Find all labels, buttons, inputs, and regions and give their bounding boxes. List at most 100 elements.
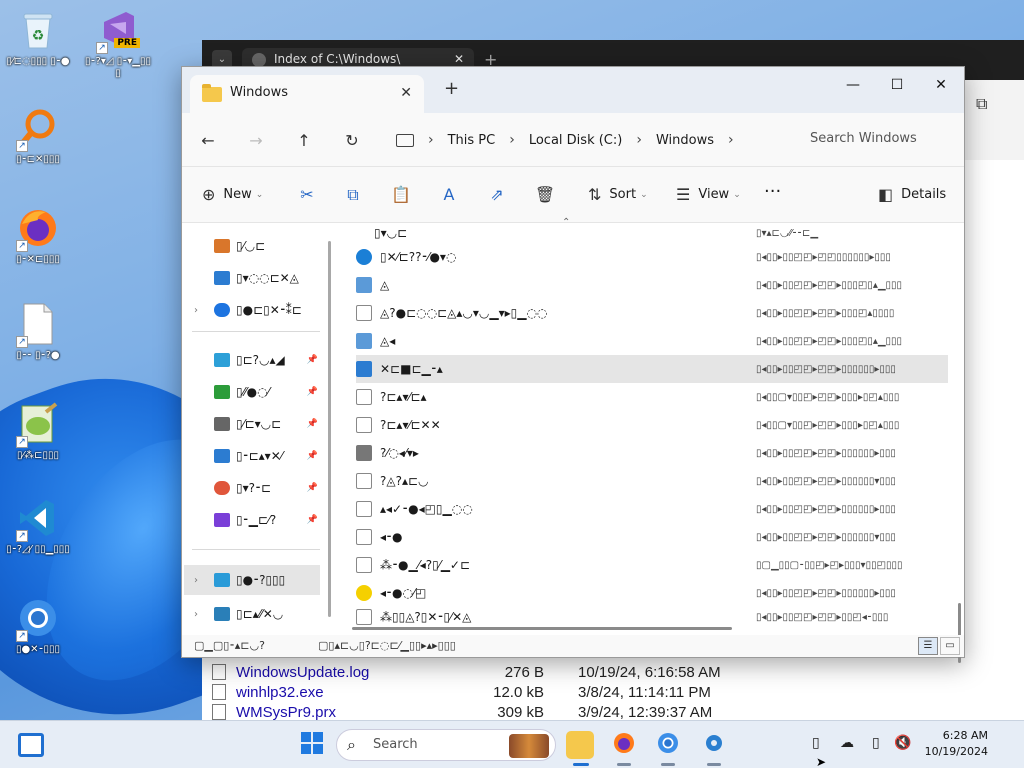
chevron-right-icon[interactable]: › bbox=[509, 132, 515, 148]
start-button[interactable] bbox=[298, 731, 326, 759]
table-row[interactable]: ◂⁃● ▯◂▯▯▸▯▯◰◰▸◰◰▸▯▯▯▯▯▯▾▯▯▯ bbox=[356, 523, 948, 551]
nav-item-pictures[interactable]: ▯⁃⊏▴▾✕⁄ 📌 bbox=[192, 443, 320, 469]
network-off-icon[interactable]: ☁ bbox=[840, 735, 854, 751]
minimize-button[interactable]: — bbox=[830, 71, 876, 99]
chevron-right-icon[interactable]: › bbox=[194, 305, 198, 316]
tiles-view-icon[interactable]: ▭ bbox=[940, 637, 960, 655]
desktop-icon-recycle-bin[interactable]: ♻ ▯⁄⊏◌▯▯▯ ▯⁃● bbox=[4, 8, 72, 68]
tray-icon[interactable]: ▯ bbox=[872, 735, 880, 751]
file-link[interactable]: winhlp32.exe bbox=[236, 684, 466, 701]
back-arrow-icon[interactable]: ← bbox=[194, 127, 222, 155]
close-icon[interactable]: ✕ bbox=[400, 85, 412, 101]
table-row-selected[interactable]: ✕⊏■⊏▁⁃▴ ▯◂▯▯▸▯▯◰◰▸◰◰▸▯▯▯▯▯▯▸▯▯▯ bbox=[356, 355, 948, 383]
forward-arrow-icon[interactable]: → bbox=[242, 127, 270, 155]
widgets-icon[interactable] bbox=[18, 733, 44, 757]
rename-icon[interactable]: A bbox=[436, 182, 462, 208]
horizontal-scrollbar[interactable] bbox=[352, 627, 732, 630]
pin-icon: 📌 bbox=[306, 355, 318, 365]
firefox-taskbar-icon[interactable] bbox=[610, 731, 638, 759]
maximize-button[interactable]: ☐ bbox=[874, 71, 920, 99]
table-row[interactable]: ◬◂ ▯◂▯▯▸▯▯◰◰▸◰◰▸▯▯▯◰▯▴▁▯▯▯ bbox=[356, 327, 948, 355]
desktop-icon-search-app[interactable]: ↗ ▯⁃⊏✕▯▯▯ bbox=[4, 106, 72, 166]
paste-icon[interactable]: 📋 bbox=[388, 182, 414, 208]
desktop-icon-label: ▯⁃⊏✕▯▯▯ bbox=[16, 154, 60, 165]
nav-item-documents[interactable]: ▯⁄⊏▾◡⊏ 📌 bbox=[192, 411, 320, 437]
nav-item-gallery[interactable]: ▯▾◌◌⊏✕◬ bbox=[192, 265, 320, 291]
share-icon[interactable]: ⇗ bbox=[484, 182, 510, 208]
table-row[interactable]: ⁂▯▯◬?▯✕⁃▯⁄✕◬ ▯◂▯▯▸▯▯◰◰▸◰◰▸▯▯◰◂⁃▯▯▯ bbox=[356, 607, 948, 627]
desktop-icon-chrome[interactable]: ↗ ▯●✕⁃▯▯▯ bbox=[4, 596, 72, 656]
breadcrumb-windows[interactable]: Windows bbox=[656, 133, 714, 148]
file-name: ?◬?▴⊏◡ bbox=[380, 474, 429, 488]
chrome-taskbar-icon[interactable] bbox=[654, 731, 682, 759]
chevron-right-icon[interactable]: › bbox=[428, 132, 434, 148]
nav-item-home[interactable]: ▯⁄◡⊏ bbox=[192, 233, 320, 259]
chevron-right-icon[interactable]: › bbox=[194, 575, 198, 586]
nav-item-this-pc[interactable]: › ▯●⁃?▯▯▯ bbox=[184, 565, 320, 595]
chevron-right-icon[interactable]: › bbox=[728, 132, 734, 148]
nav-item-label: ▯▾?⁃⊏ bbox=[236, 481, 272, 495]
up-arrow-icon[interactable]: ↑ bbox=[290, 127, 318, 155]
chevron-right-icon[interactable]: › bbox=[636, 132, 642, 148]
explorer-tab[interactable]: Windows ✕ bbox=[190, 75, 424, 113]
nav-item-network[interactable]: › ▯⊏▴⁄⁄✕◡ bbox=[192, 601, 320, 627]
details-view-icon[interactable]: ☰ bbox=[918, 637, 938, 655]
table-row[interactable]: ▴◂✓⁃●◂◰▯▁◌◌ ▯◂▯▯▸▯▯◰◰▸◰◰▸▯▯▯▯▯▯▸▯▯▯ bbox=[356, 495, 948, 523]
table-row[interactable]: ?⊏▴▾⁄⊏✕✕ ▯◂▯▯▢▾▯▯◰▸◰◰▸▯▯▯▸▯◰▴▯▯▯ bbox=[356, 411, 948, 439]
explorer-tab-title: Windows bbox=[230, 85, 289, 100]
list-item[interactable]: winhlp32.exe 12.0 kB 3/8/24, 11:14:11 PM bbox=[212, 682, 732, 702]
table-row[interactable]: ?⁄◌◂⁄▾▸ ▯◂▯▯▸▯▯◰◰▸◰◰▸▯▯▯▯▯▯▸▯▯▯ bbox=[356, 439, 948, 467]
list-item[interactable]: WindowsUpdate.log 276 B 10/19/24, 6:16:5… bbox=[212, 662, 732, 682]
taskbar-search[interactable]: ⌕ Search bbox=[336, 729, 556, 761]
gear-app-taskbar-icon[interactable] bbox=[700, 731, 728, 759]
sort-button[interactable]: ⇅ Sort ⌄ bbox=[588, 185, 648, 204]
desktop-icon-vscode[interactable]: ↗ ▯⁃?◿⁄ ▯▯▁▯▯▯ bbox=[4, 496, 72, 556]
table-row[interactable]: ?◬?▴⊏◡ ▯◂▯▯▸▯▯◰◰▸◰◰▸▯▯▯▯▯▯▾▯▯▯ bbox=[356, 467, 948, 495]
nav-item-label: ▯⁄⊏▾◡⊏ bbox=[236, 417, 282, 431]
desktop-icon-notepad-plus[interactable]: ↗ ▯⁄⁂⊏▯▯▯ bbox=[4, 402, 72, 462]
tray-icon[interactable]: ▯ bbox=[812, 735, 820, 751]
nav-scrollbar[interactable] bbox=[328, 241, 331, 617]
file-date: 10/19/24, 6:16:58 AM bbox=[578, 663, 721, 681]
nav-item-videos[interactable]: ▯⁃▁⊏⁄? 📌 bbox=[192, 507, 320, 533]
refresh-icon[interactable]: ↻ bbox=[338, 127, 366, 155]
breadcrumb-local-disk[interactable]: Local Disk (C:) bbox=[529, 133, 622, 148]
nav-item-desktop[interactable]: ▯⊏?◡▴◢ 📌 bbox=[192, 347, 320, 373]
window-close-button[interactable]: ✕ bbox=[918, 71, 964, 99]
nav-item-music[interactable]: ▯▾?⁃⊏ 📌 bbox=[192, 475, 320, 501]
file-link[interactable]: WindowsUpdate.log bbox=[236, 664, 466, 681]
file-name: ▯✕⁄⊏??⁃⁄●▾◌ bbox=[380, 250, 457, 264]
table-row[interactable]: ⁂⁃●▁⁄◂?▯⁄▁✓⊏ ▯▢▁▯▯▢⁃▯▯◰▸◰▸▯▯▯▾▯▯◰▯▯▯ bbox=[356, 551, 948, 579]
table-row[interactable]: ◬ ▯◂▯▯▸▯▯◰◰▸◰◰▸▯▯▯◰▯▴▁▯▯▯ bbox=[356, 271, 948, 299]
list-item[interactable]: WMSysPr9.prx 309 kB 3/9/24, 12:39:37 AM bbox=[212, 702, 732, 722]
cut-icon[interactable]: ✂ bbox=[294, 182, 320, 208]
view-button[interactable]: ☰ View ⌄ bbox=[676, 185, 741, 204]
table-row[interactable]: ?⊏▴▾⁄⊏▴ ▯◂▯▯▢▾▯▯◰▸◰◰▸▯▯▯▸▯◰▴▯▯▯ bbox=[356, 383, 948, 411]
nav-item-onedrive[interactable]: › ▯●⊏▯✕⁃⁑⊏ bbox=[192, 297, 320, 323]
desktop-icon-blank-file[interactable]: ↗ ▯⁃⁃ ▯⁃?● bbox=[4, 302, 72, 362]
extensions-icon[interactable]: ⧉ bbox=[976, 94, 987, 114]
table-row[interactable]: ▯✕⁄⊏??⁃⁄●▾◌ ▯◂▯▯▸▯▯◰◰▸◰◰▯▯▯▯▯▯▸▯▯▯ bbox=[356, 243, 948, 271]
new-button[interactable]: ⊕ New ⌄ bbox=[202, 185, 263, 204]
breadcrumb-this-pc[interactable]: This PC bbox=[448, 133, 496, 148]
table-row[interactable]: ◂⁃●◌⁄◰ ▯◂▯▯▸▯▯◰◰▸◰◰▸▯▯▯▯▯▯▸▯▯▯ bbox=[356, 579, 948, 607]
file-explorer-taskbar-icon[interactable] bbox=[566, 731, 594, 759]
chevron-right-icon[interactable]: › bbox=[194, 609, 198, 620]
clock[interactable]: 6:28 AM 10/19/2024 bbox=[925, 728, 988, 760]
file-link[interactable]: WMSysPr9.prx bbox=[236, 704, 466, 721]
table-row[interactable]: ▯▾◡⊏ ▯▾▴⊏◡⁄⁄⁃⁃⊏▁ bbox=[356, 223, 948, 243]
file-explorer-window: Windows ✕ + — ☐ ✕ ← → ↑ ↻ › This PC › Lo… bbox=[181, 66, 965, 663]
details-button[interactable]: ◧ Details bbox=[878, 185, 946, 204]
desktop-icon-firefox[interactable]: ↗ ▯⁃✕⊏▯▯▯ bbox=[4, 206, 72, 266]
nav-item-downloads[interactable]: ▯⁄⁄●◌⁄ 📌 bbox=[192, 379, 320, 405]
volume-muted-icon[interactable]: 🔇 bbox=[894, 735, 911, 751]
delete-icon[interactable]: 🗑 bbox=[532, 182, 558, 208]
desktop-icon-visual-studio[interactable]: PRE ↗ ▯⁃?▾◿ ▯⁃▾▁▯▯▯ bbox=[84, 8, 152, 80]
address-bar[interactable]: › This PC › Local Disk (C:) › Windows › bbox=[386, 123, 786, 157]
see-more-button[interactable]: ··· bbox=[764, 181, 781, 202]
table-row[interactable]: ◬?●⊏◌◌⊏◬▴◡▾◡▁▾▸▯▁◌◌ ▯◂▯▯▸▯▯◰◰▸◰◰▸▯▯▯◰▴▯▯… bbox=[356, 299, 948, 327]
close-icon[interactable]: ✕ bbox=[454, 52, 464, 66]
search-input[interactable]: Search Windows bbox=[796, 123, 960, 157]
add-tab-button[interactable]: + bbox=[444, 78, 459, 99]
copy-icon[interactable]: ⧉ bbox=[340, 182, 366, 208]
